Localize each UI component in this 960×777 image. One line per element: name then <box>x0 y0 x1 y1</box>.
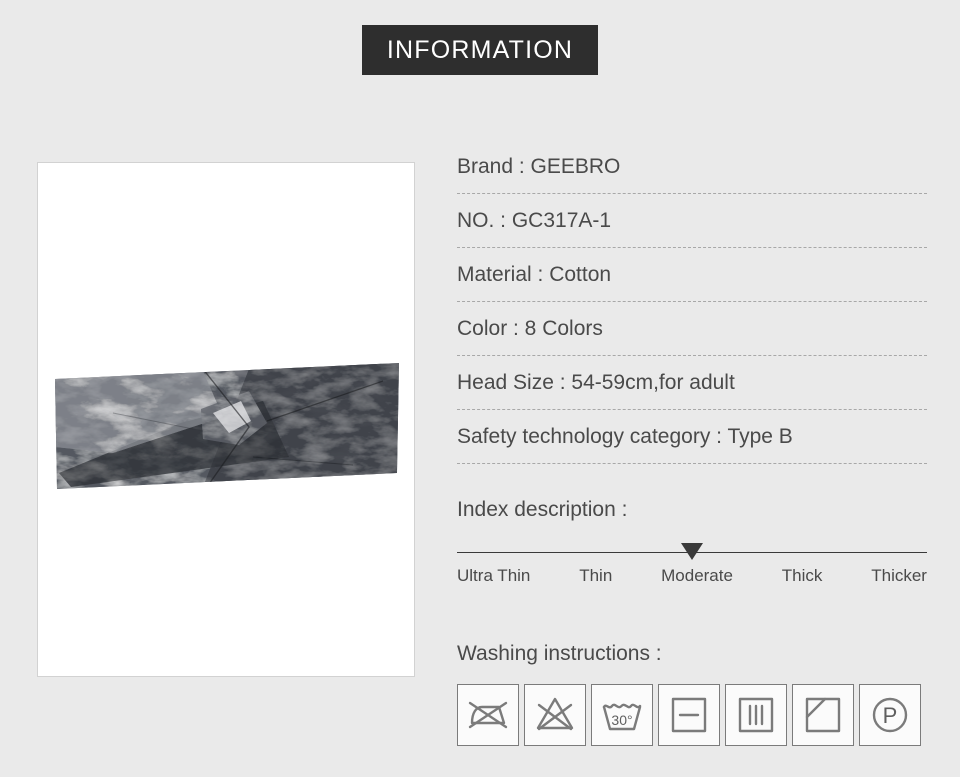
washing-instructions-icon-row: 30° P <box>457 684 935 746</box>
spec-row-material: Material : Cotton <box>457 258 927 302</box>
spec-text: Safety technology category : Type B <box>457 425 793 448</box>
professional-dry-clean-p-icon: P <box>859 684 921 746</box>
product-image-frame <box>37 162 415 677</box>
drip-dry-icon <box>725 684 787 746</box>
dry-flat-icon <box>658 684 720 746</box>
machine-wash-temperature-text: 30° <box>611 712 632 728</box>
spec-text: Material : Cotton <box>457 263 612 286</box>
spec-text: Color : 8 Colors <box>457 317 603 340</box>
spec-text: Head Size : 54-59cm,for adult <box>457 371 735 394</box>
spec-text: NO. : GC317A-1 <box>457 209 612 232</box>
dry-in-shade-icon <box>792 684 854 746</box>
spec-text: Brand : GEEBRO <box>457 155 621 178</box>
thickness-scale-marker-triangle-icon <box>681 543 703 560</box>
machine-wash-30-icon: 30° <box>591 684 653 746</box>
washing-instructions-section: Washing instructions : 30° P <box>457 638 935 746</box>
do-not-bleach-icon <box>524 684 586 746</box>
index-description-section: Index description : Ultra Thin Thin Mode… <box>457 494 927 586</box>
information-header-banner: INFORMATION <box>362 25 598 75</box>
thickness-label-moderate: Moderate <box>661 566 733 585</box>
thickness-label-thin: Thin <box>579 566 613 585</box>
dry-clean-symbol-text: P <box>883 703 898 728</box>
spec-row-head-size: Head Size : 54-59cm,for adult <box>457 366 927 410</box>
product-spec-list: Brand : GEEBRO NO. : GC317A-1 Material :… <box>457 150 927 474</box>
spec-row-brand: Brand : GEEBRO <box>457 150 927 194</box>
thickness-label-ultra-thin: Ultra Thin <box>457 566 531 585</box>
washing-instructions-heading: Washing instructions : <box>457 642 662 665</box>
thickness-label-thick: Thick <box>781 566 823 585</box>
page-title: INFORMATION <box>386 35 574 64</box>
thickness-scale-labels: Ultra Thin Thin Moderate Thick Thicker <box>457 566 927 586</box>
spec-row-safety-category: Safety technology category : Type B <box>457 420 927 464</box>
product-photo <box>55 363 399 489</box>
spec-row-no: NO. : GC317A-1 <box>457 204 927 248</box>
index-description-heading: Index description : <box>457 498 628 521</box>
thickness-scale <box>457 538 927 560</box>
thickness-label-thicker: Thicker <box>871 566 927 585</box>
do-not-iron-icon <box>457 684 519 746</box>
spec-row-color: Color : 8 Colors <box>457 312 927 356</box>
